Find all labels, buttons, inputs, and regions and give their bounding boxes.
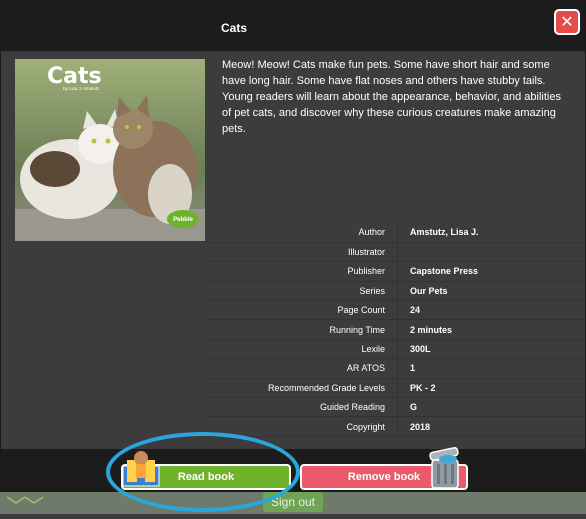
- detail-row: Recommended Grade Levels PK - 2: [209, 378, 585, 398]
- detail-row: Guided Reading G: [209, 397, 585, 417]
- book-cover-image: Cats by Lisa J. Amstutz Pebble: [15, 59, 205, 241]
- detail-row: Illustrator: [209, 242, 586, 262]
- cover-imprint: Pebble: [173, 217, 193, 223]
- detail-row: Page Count 24: [209, 300, 585, 320]
- book-details-table: Author Amstutz, Lisa J. Illustrator Publish…: [209, 223, 585, 437]
- trash-can-icon: [429, 446, 459, 489]
- detail-row: Running Time 2 minutes: [209, 319, 585, 340]
- detail-value: 2018: [410, 421, 431, 432]
- signout-button[interactable]: Sign out: [263, 492, 323, 512]
- detail-row: Publisher Capstone Press: [209, 261, 585, 282]
- detail-value: 2 minutes: [410, 324, 453, 335]
- detail-label: Copyright: [209, 416, 398, 437]
- detail-row: Series Our Pets: [209, 281, 585, 301]
- detail-value: PK - 2: [410, 382, 436, 393]
- close-icon: ✕: [560, 12, 574, 31]
- modal-footer: [1, 449, 585, 491]
- detail-row: Lexile 300L: [209, 339, 585, 359]
- detail-label: Series: [209, 281, 398, 301]
- modal-header: Cats: [1, 1, 585, 51]
- detail-row: Copyright 2018: [209, 416, 585, 437]
- book-details-modal: Cats ✕ Cats by Lisa J. Amstutz Pebble Me…: [0, 0, 586, 492]
- book-description: Meow! Meow! Cats make fun pets. Some hav…: [222, 59, 561, 135]
- detail-value: [398, 242, 586, 261]
- detail-row: AR ATOS 1: [209, 358, 585, 379]
- detail-value: 1: [410, 363, 416, 374]
- detail-label: Page Count: [209, 300, 398, 320]
- cover-author: by Lisa J. Amstutz: [63, 86, 100, 91]
- modal-title: Cats: [220, 21, 247, 35]
- detail-label: Running Time: [209, 319, 398, 340]
- chevron-icon: ﹀﹀: [6, 494, 44, 518]
- detail-label: AR ATOS: [209, 358, 398, 379]
- reader-icon: [122, 451, 160, 487]
- detail-label: Illustrator: [209, 242, 398, 262]
- detail-value: Amstutz, Lisa J.: [410, 227, 479, 238]
- detail-value: 300L: [410, 344, 431, 355]
- detail-label: Lexile: [209, 339, 398, 359]
- close-button[interactable]: ✕: [554, 9, 580, 35]
- detail-value: 24: [410, 305, 421, 316]
- detail-label: Author: [209, 223, 398, 243]
- detail-label: Guided Reading: [209, 397, 398, 417]
- detail-value: Our Pets: [410, 285, 448, 296]
- detail-value: Capstone Press: [410, 266, 479, 277]
- detail-row: Author Amstutz, Lisa J.: [209, 223, 585, 243]
- detail-label: Publisher: [209, 261, 398, 282]
- detail-label: Recommended Grade Levels: [209, 378, 398, 398]
- detail-value: G: [410, 402, 418, 413]
